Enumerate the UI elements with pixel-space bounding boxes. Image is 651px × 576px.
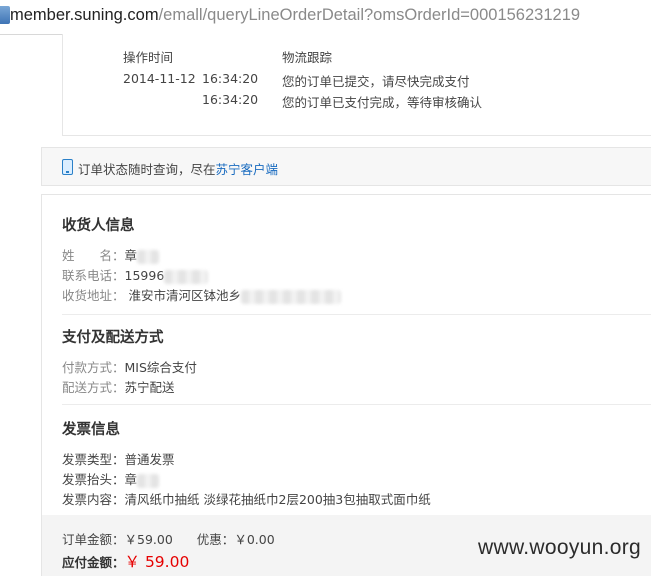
order-info-card: 收货人信息 姓 名：章 联系电话：15996 收货地址： 淮安市清河区钵池乡 支付… [41, 194, 651, 576]
consignee-section-title: 收货人信息 [62, 218, 135, 234]
tip-text: 订单状态随时查询，尽在苏宁客户端 [78, 162, 279, 177]
invoice-header: 章 [124, 472, 138, 487]
logistics-tracking-panel: 操作时间 物流跟踪 2014-11-12 16:34:20 您的订单已提交，请尽… [62, 34, 651, 136]
section-divider [62, 314, 651, 315]
mobile-phone-icon [62, 159, 73, 175]
invoice-content-row: 发票内容：清风纸巾抽纸 淡绿花抽纸巾2层200抽3包抽取式面巾纸 [62, 492, 431, 507]
invoice-type: 普通发票 [124, 452, 175, 467]
consignee-phone-row: 联系电话：15996 [62, 265, 209, 284]
payable-row: 应付金额：￥ 59.00 [62, 553, 190, 571]
delivery-method: 苏宁配送 [124, 380, 175, 395]
consignee-phone: 15996 [124, 268, 165, 283]
order-amount: ￥59.00 [124, 532, 173, 547]
redacted-blur [137, 473, 160, 488]
redacted-blur [137, 249, 160, 264]
track-message: 您的订单已提交，请尽快完成支付 [282, 74, 470, 89]
app-tip-bar: 订单状态随时查询，尽在苏宁客户端 [41, 147, 651, 186]
invoice-type-row: 发票类型：普通发票 [62, 452, 175, 467]
payment-method: MIS综合支付 [124, 360, 197, 375]
track-message: 您的订单已支付完成，等待审核确认 [282, 95, 483, 110]
invoice-section-title: 发票信息 [62, 422, 120, 438]
section-divider [62, 404, 651, 405]
redacted-blur [241, 289, 342, 304]
suning-app-link[interactable]: 苏宁客户端 [216, 162, 279, 177]
consignee-name-row: 姓 名：章 [62, 245, 160, 264]
url-text[interactable]: member.suning.com/emall/queryLineOrderDe… [10, 6, 580, 25]
redacted-blur [164, 269, 209, 284]
payable-amount: ￥ 59.00 [124, 553, 190, 571]
consignee-name: 章 [124, 248, 138, 263]
address-bar[interactable]: member.suning.com/emall/queryLineOrderDe… [0, 0, 651, 35]
delivery-method-row: 配送方式：苏宁配送 [62, 380, 175, 395]
payment-section-title: 支付及配送方式 [62, 330, 164, 346]
col-header-operation-time: 操作时间 [123, 50, 174, 65]
invoice-header-row: 发票抬头：章 [62, 469, 160, 488]
track-date: 2014-11-12 [123, 71, 196, 86]
watermark: www.wooyun.org [478, 536, 641, 559]
track-time: 16:34:20 [202, 92, 259, 107]
order-amount-row: 订单金额：￥59.00 优惠：￥0.00 [62, 532, 275, 547]
invoice-content: 清风纸巾抽纸 淡绿花抽纸巾2层200抽3包抽取式面巾纸 [124, 492, 431, 507]
track-time: 16:34:20 [202, 71, 259, 86]
site-favicon-icon [0, 6, 10, 24]
consignee-address-row: 收货地址： 淮安市清河区钵池乡 [62, 285, 342, 304]
consignee-address: 淮安市清河区钵池乡 [128, 288, 242, 303]
col-header-logistics-tracking: 物流跟踪 [282, 50, 333, 65]
payment-method-row: 付款方式：MIS综合支付 [62, 360, 197, 375]
discount-amount: ￥0.00 [234, 532, 275, 547]
